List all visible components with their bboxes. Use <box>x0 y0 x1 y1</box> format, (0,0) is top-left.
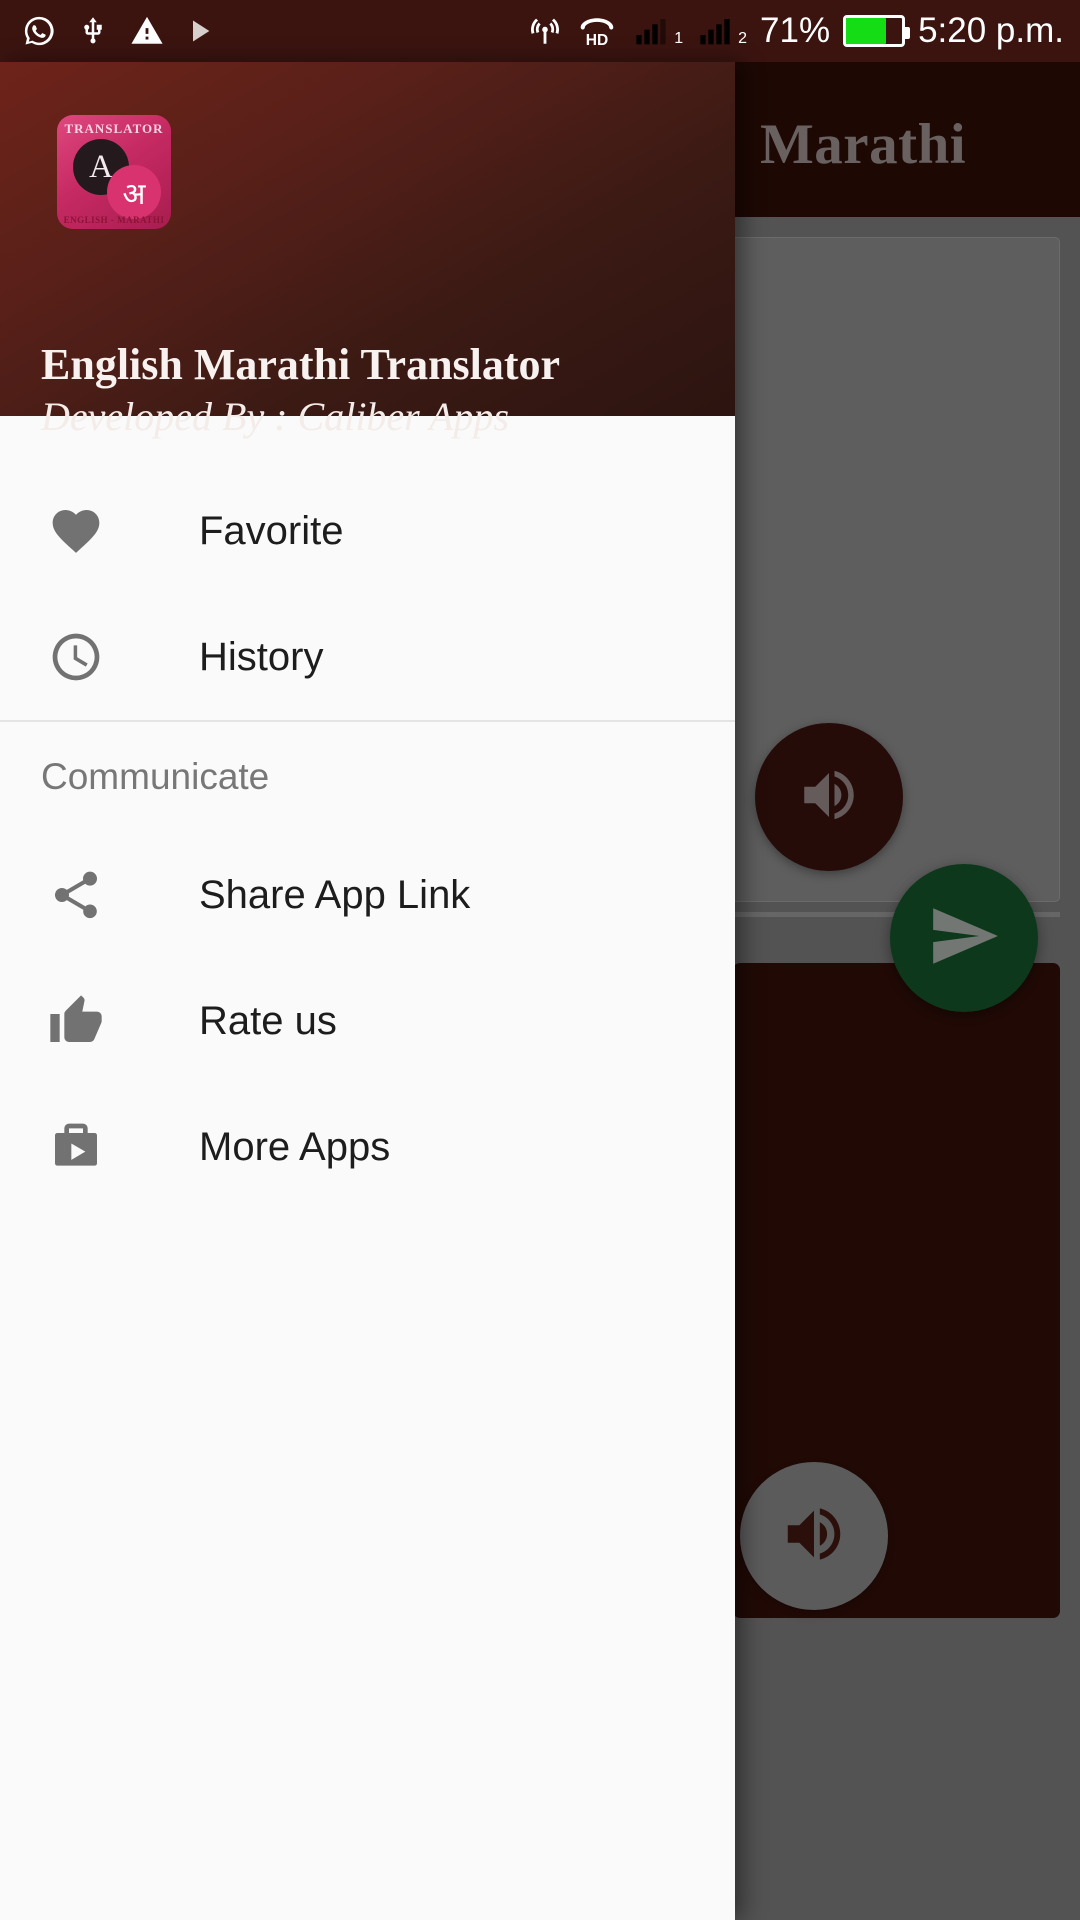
hd-voice-icon: HD <box>575 14 619 48</box>
clock-label: 5:20 p.m. <box>918 11 1064 50</box>
play-icon <box>186 15 214 47</box>
signal-sim1-icon: 1 <box>632 15 683 47</box>
drawer-item-label: History <box>199 634 324 679</box>
status-bar-right: HD 1 2 71% 5:20 p.m. <box>528 11 1080 51</box>
drawer-item-share-app-link[interactable]: Share App Link <box>0 832 735 958</box>
volume-up-icon <box>796 762 862 833</box>
drawer-item-label: Favorite <box>199 508 344 553</box>
whatsapp-icon <box>22 14 56 48</box>
drawer-section-communicate: Communicate <box>41 756 270 797</box>
app-icon-letter-target: अ <box>107 165 161 219</box>
navigation-drawer: TRANSLATOR A अ ENGLISH - MARATHI English… <box>0 62 735 1920</box>
battery-icon <box>843 15 911 47</box>
heart-icon <box>48 503 128 559</box>
send-icon <box>927 899 1001 978</box>
status-bar-left <box>0 14 214 48</box>
drawer-menu-communicate: Share App Link Rate us More Apps <box>0 832 735 1210</box>
signal-sim2-icon: 2 <box>696 15 747 47</box>
drawer-menu-primary: Favorite History <box>0 416 735 720</box>
usb-icon <box>78 14 108 48</box>
app-icon: TRANSLATOR A अ ENGLISH - MARATHI <box>57 115 171 229</box>
sim2-label: 2 <box>738 30 748 47</box>
warning-icon <box>130 14 164 48</box>
translate-send-button[interactable] <box>890 864 1038 1012</box>
drawer-item-more-apps[interactable]: More Apps <box>0 1084 735 1210</box>
speak-source-button[interactable] <box>755 723 903 871</box>
drawer-item-favorite[interactable]: Favorite <box>0 468 735 594</box>
drawer-item-label: Share App Link <box>199 872 471 917</box>
volume-up-icon <box>779 1499 849 1574</box>
app-icon-bottom-text: ENGLISH - MARATHI <box>63 215 165 225</box>
thumbs-up-icon <box>48 993 128 1049</box>
drawer-item-label: More Apps <box>199 1124 391 1169</box>
hotspot-icon <box>528 14 562 48</box>
drawer-app-name: English Marathi Translator <box>41 340 561 389</box>
drawer-header: TRANSLATOR A अ ENGLISH - MARATHI English… <box>0 62 735 439</box>
share-icon <box>48 867 128 923</box>
drawer-item-label: Rate us <box>199 998 337 1043</box>
battery-percent-label: 71% <box>760 11 831 50</box>
app-icon-top-text: TRANSLATOR <box>64 121 164 136</box>
sim1-label: 1 <box>674 30 684 47</box>
status-bar: HD 1 2 71% 5:20 p.m. <box>0 0 1080 62</box>
store-play-icon <box>48 1119 128 1175</box>
drawer-item-rate-us[interactable]: Rate us <box>0 958 735 1084</box>
svg-text:HD: HD <box>586 32 609 48</box>
drawer-developer: Developed By : Caliber Apps <box>41 394 510 439</box>
clock-icon <box>48 629 128 685</box>
battery-fill <box>846 18 886 44</box>
phone-screen: Marathi HD 1 2 71% 5:20 p.m. TRANSLATOR … <box>0 0 1080 1920</box>
drawer-item-history[interactable]: History <box>0 594 735 720</box>
app-bar-title: Marathi <box>760 113 967 176</box>
speak-translation-button[interactable] <box>740 1462 888 1610</box>
